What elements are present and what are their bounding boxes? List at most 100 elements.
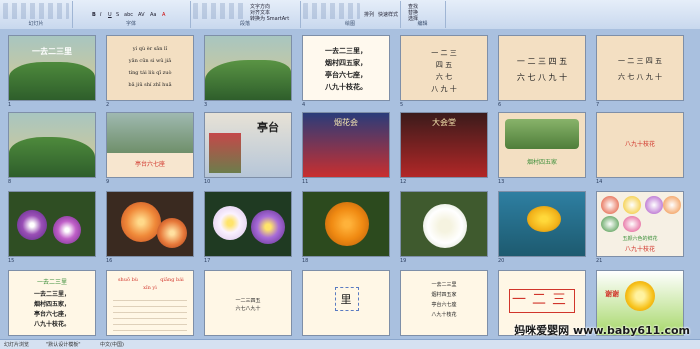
slide-number: 11: [302, 179, 309, 185]
slide-line: 一去二三里: [36, 279, 67, 286]
strike-button[interactable]: S: [116, 12, 119, 18]
font-color-button[interactable]: A: [162, 12, 165, 18]
slide-thumb-23[interactable]: shuō bù qiǎng bái xǐn yì: [106, 270, 194, 336]
slide-thumb-25[interactable]: 里: [302, 270, 390, 336]
flower-image: [17, 210, 47, 240]
slide-number: 2: [106, 102, 110, 108]
slide-number: 21: [596, 258, 603, 264]
slide-sorter: 一去二三里 1 yí qù èr sān lǐ yān cūn sì wǔ ji…: [0, 29, 700, 339]
slide-line: 亭台六七座，: [33, 311, 70, 318]
paragraph-tools[interactable]: [193, 3, 245, 19]
slide-number: 9: [106, 179, 110, 185]
spacing-button[interactable]: AV: [138, 12, 145, 18]
shadow-button[interactable]: abc: [124, 12, 133, 18]
ribbon-group-label: 段落: [239, 21, 250, 27]
arrange-button[interactable]: 排列: [364, 11, 374, 18]
village-image: [505, 119, 579, 149]
ribbon-group-slides: 幻灯片: [0, 1, 73, 28]
slide-thumb-15[interactable]: [8, 191, 96, 257]
slide-line: 烟村四五家，: [33, 301, 70, 308]
bold-button[interactable]: B: [92, 12, 96, 18]
slide-line: bā jiǔ shí zhī huā: [128, 82, 172, 88]
slide-thumb-3[interactable]: [204, 35, 292, 101]
slide-number: 6: [498, 102, 502, 108]
slide-thumb-10[interactable]: 亭台: [204, 112, 292, 178]
slide-line: 一去二三里，: [33, 291, 70, 298]
slide-number: 7: [596, 102, 600, 108]
slide-number: 16: [106, 258, 113, 264]
flower-image: [325, 202, 369, 246]
slide-line: 里: [340, 293, 352, 306]
watermark: 妈咪爱婴网 www.baby611.com: [514, 324, 690, 337]
slide-thumb-2[interactable]: yí qù èr sān lǐ yān cūn sì wǔ jiā tíng t…: [106, 35, 194, 101]
slide-line: 烟村四五家: [431, 292, 457, 298]
slide-number: 10: [204, 179, 211, 185]
slide-thumb-1[interactable]: 一去二三里: [8, 35, 96, 101]
slide-thumb-12[interactable]: 大会堂: [400, 112, 488, 178]
ribbon-group-editing: 查找 替换 选择 编辑: [400, 1, 446, 28]
slide-line: 五颜六色的鲜花: [622, 236, 658, 242]
slide-number: 13: [498, 179, 505, 185]
slide-thumb-26[interactable]: 一去二三里 烟村四五家 亭台六七座 八九十枝花: [400, 270, 488, 336]
shapes-gallery[interactable]: [303, 3, 360, 19]
landscape-image: [205, 60, 291, 100]
slide-line: 四 五: [435, 61, 453, 69]
slide-thumb-9[interactable]: 亭台六七座: [106, 112, 194, 178]
slide-number: 17: [204, 258, 211, 264]
slide-line: 八 九 十: [431, 85, 457, 93]
slides-tools[interactable]: [3, 3, 69, 19]
slide-line: 亭台六七座: [431, 302, 457, 308]
slide-thumb-11[interactable]: 烟花会: [302, 112, 390, 178]
flower-image: [121, 202, 161, 242]
flower-image: [213, 206, 247, 240]
slide-line: 八九十枝花。: [325, 82, 367, 91]
slide-thumb-4[interactable]: 一去二三里， 烟村四五家， 亭台六七座， 八九十枝花。: [302, 35, 390, 101]
slide-line: 烟村四五家，: [325, 58, 367, 67]
slide-line: 八九十枝花: [431, 312, 457, 318]
slide-number: 4: [302, 102, 306, 108]
landscape-image: [9, 62, 95, 100]
slide-number: 8: [8, 179, 12, 185]
flower-image: [423, 204, 467, 248]
slide-thumb-14[interactable]: 八九十枝花: [596, 112, 684, 178]
slide-thumb-8[interactable]: [8, 112, 96, 178]
italic-button[interactable]: I: [100, 12, 101, 18]
slide-caption: 亭台六七座: [134, 161, 165, 168]
slide-thumb-6[interactable]: 一 二 三 四 五 六 七 八 九 十: [498, 35, 586, 101]
slide-thumb-24[interactable]: 一二三四五 六七八九十: [204, 270, 292, 336]
slide-caption: 烟村四五家: [526, 159, 557, 166]
slide-thumb-13[interactable]: 烟村四五家: [498, 112, 586, 178]
slide-line: 一去二三里，: [325, 46, 367, 55]
slide-thumb-16[interactable]: [106, 191, 194, 257]
slide-thumb-20[interactable]: [498, 191, 586, 257]
slide-line: 谢谢: [605, 289, 619, 298]
slide-line: 一二三四五: [235, 298, 261, 304]
slide-title: 亭台: [257, 121, 279, 134]
slide-number: 3: [204, 102, 208, 108]
slide-line: yān cūn sì wǔ jiā: [128, 58, 172, 64]
slide-line: 一去二三里: [431, 282, 457, 288]
pavilion-image: [107, 113, 193, 153]
slide-thumb-5[interactable]: 一 二 三 四 五 六 七 八 九 十: [400, 35, 488, 101]
ribbon-group-label: 绘图: [344, 21, 355, 27]
slide-thumb-17[interactable]: [204, 191, 292, 257]
flower-image: [623, 216, 641, 232]
slide-line: yí qù èr sān lǐ: [132, 46, 168, 52]
ribbon-group-label: 幻灯片: [28, 21, 44, 27]
slide-thumb-7[interactable]: 一 二 三 四 五 六 七 八 九 十: [596, 35, 684, 101]
underline-button[interactable]: U: [108, 12, 112, 18]
slide-number: 15: [8, 258, 15, 264]
flower-image: [157, 218, 187, 248]
slide-thumb-22[interactable]: 一去二三里 一去二三里， 烟村四五家， 亭台六七座， 八九十枝花。: [8, 270, 96, 336]
slide-thumb-21[interactable]: 五颜六色的鲜花 八九十枝花: [596, 191, 684, 257]
flower-image: [645, 196, 663, 214]
quick-styles-button[interactable]: 快速样式: [378, 11, 398, 18]
status-language[interactable]: 中文(中国): [100, 341, 124, 348]
landscape-image: [9, 137, 95, 177]
slide-thumb-19[interactable]: [400, 191, 488, 257]
slide-number: 18: [302, 258, 309, 264]
slide-number: 20: [498, 258, 505, 264]
flower-image: [601, 216, 619, 232]
slide-thumb-18[interactable]: [302, 191, 390, 257]
case-button[interactable]: Aa: [150, 12, 156, 18]
